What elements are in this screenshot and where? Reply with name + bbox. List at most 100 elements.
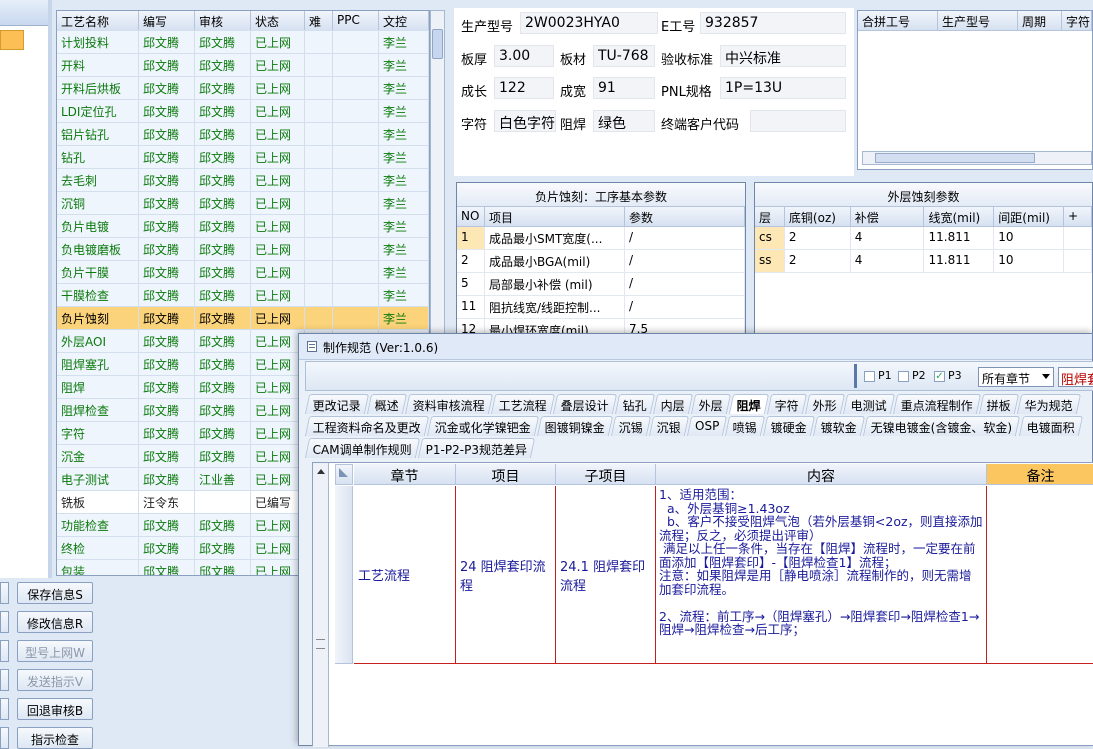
tab-item[interactable]: 沉锡 bbox=[610, 416, 652, 436]
col-header[interactable]: 合拼工号 bbox=[858, 11, 938, 30]
table-row[interactable]: 负电镀磨板 邱文腾 邱文腾 已上网 李兰 bbox=[57, 238, 429, 261]
table-cell[interactable]: 终检 bbox=[57, 537, 139, 559]
table-cell[interactable] bbox=[333, 192, 379, 214]
table-cell[interactable]: 阻抗线宽/线距控制... bbox=[485, 296, 625, 318]
table-row[interactable]: ss 2 4 11.811 10 bbox=[755, 250, 1092, 273]
action-button[interactable]: 型号上网W bbox=[17, 640, 93, 662]
table-cell[interactable]: 江业善 bbox=[195, 468, 251, 490]
table-cell[interactable]: 电子测试 bbox=[57, 468, 139, 490]
p1-checkbox[interactable] bbox=[864, 371, 875, 382]
table-cell[interactable]: 11.811 bbox=[924, 227, 995, 249]
table-cell[interactable]: 李兰 bbox=[379, 192, 429, 214]
table-row[interactable]: 5 局部最小补偿 (mil) / bbox=[457, 273, 745, 296]
table-cell[interactable]: 邱文腾 bbox=[195, 238, 251, 260]
button-stub[interactable] bbox=[0, 582, 9, 604]
col-header[interactable]: PPC bbox=[333, 11, 379, 30]
tab-item[interactable]: 钻孔 bbox=[614, 394, 656, 414]
table-row[interactable]: 11 阻抗线宽/线距控制... / bbox=[457, 296, 745, 319]
row-header[interactable] bbox=[335, 486, 353, 664]
col-header[interactable]: 编写 bbox=[139, 11, 195, 30]
button-stub[interactable] bbox=[0, 669, 9, 691]
col-header[interactable]: 字符 bbox=[1062, 11, 1092, 30]
table-cell[interactable] bbox=[305, 169, 333, 191]
eno-field[interactable]: 932857 bbox=[700, 12, 846, 34]
merge-grid-hscrollbar[interactable] bbox=[862, 151, 1092, 165]
cell-item[interactable]: 24 阻焊套印流程 bbox=[456, 486, 556, 664]
table-cell[interactable]: 11.811 bbox=[924, 250, 995, 272]
table-cell[interactable] bbox=[333, 284, 379, 306]
table-cell[interactable]: 李兰 bbox=[379, 77, 429, 99]
action-button[interactable]: 保存信息S bbox=[17, 582, 93, 604]
table-cell[interactable] bbox=[333, 31, 379, 53]
col-header[interactable]: 审核 bbox=[195, 11, 251, 30]
action-button[interactable]: 修改信息R bbox=[17, 611, 93, 633]
scroll-grip[interactable] bbox=[316, 639, 325, 649]
table-cell[interactable]: 钻孔 bbox=[57, 146, 139, 168]
table-cell[interactable]: / bbox=[625, 250, 745, 272]
cell-content[interactable]: 1、适用范围： a、外层基铜≥1.43oz b、客户不接受阻焊气泡（若外层基铜<… bbox=[656, 486, 987, 664]
table-cell[interactable]: 邱文腾 bbox=[195, 284, 251, 306]
table-cell[interactable]: 铣板 bbox=[57, 491, 139, 513]
table-cell[interactable]: 李兰 bbox=[379, 307, 429, 329]
table-cell[interactable]: 李兰 bbox=[379, 169, 429, 191]
col-header[interactable]: 文控 bbox=[379, 11, 429, 30]
table-cell[interactable]: 李兰 bbox=[379, 215, 429, 237]
table-cell[interactable] bbox=[305, 284, 333, 306]
tab-item[interactable]: 无镍电镀金(含镀金、软金) bbox=[863, 416, 1021, 436]
tab-item[interactable]: 镀硬金 bbox=[763, 416, 816, 436]
table-cell[interactable] bbox=[1064, 227, 1092, 249]
table-cell[interactable]: 已上网 bbox=[251, 468, 305, 490]
col-header[interactable]: 难 bbox=[305, 11, 333, 30]
table-cell[interactable]: 已上网 bbox=[251, 284, 305, 306]
table-cell[interactable]: 邱文腾 bbox=[139, 284, 195, 306]
thickness-field[interactable]: 3.00 bbox=[494, 45, 554, 67]
tab-item[interactable]: 外形 bbox=[805, 394, 846, 414]
table-cell[interactable]: 2 bbox=[785, 227, 851, 249]
tab-item[interactable]: 拼板 bbox=[979, 394, 1020, 414]
table-cell[interactable]: 4 bbox=[851, 250, 925, 272]
scroll-thumb[interactable] bbox=[432, 29, 443, 59]
table-row[interactable]: 1 成品最小SMT宽度(... / bbox=[457, 227, 745, 250]
table-cell[interactable]: 已上网 bbox=[251, 307, 305, 329]
table-cell[interactable]: 邱文腾 bbox=[139, 445, 195, 467]
tab-item[interactable]: 沉金或化学镍钯金 bbox=[426, 416, 540, 436]
table-cell[interactable]: 已上网 bbox=[251, 215, 305, 237]
table-cell[interactable]: 邱文腾 bbox=[195, 560, 251, 575]
table-cell[interactable]: 2 bbox=[457, 250, 485, 272]
table-cell[interactable]: 11 bbox=[457, 296, 485, 318]
table-cell[interactable]: 邱文腾 bbox=[195, 54, 251, 76]
table-cell[interactable]: 邱文腾 bbox=[195, 307, 251, 329]
table-cell[interactable]: 已上网 bbox=[251, 238, 305, 260]
tab-item[interactable]: 沉银 bbox=[648, 416, 690, 436]
table-cell[interactable]: 已上网 bbox=[251, 169, 305, 191]
table-cell[interactable]: 邱文腾 bbox=[195, 422, 251, 444]
table-cell[interactable]: 李兰 bbox=[379, 146, 429, 168]
action-button[interactable]: 回退审核B bbox=[17, 698, 93, 720]
length-field[interactable]: 122 bbox=[494, 77, 554, 99]
table-cell[interactable]: 邱文腾 bbox=[139, 422, 195, 444]
action-button[interactable]: 发送指示V bbox=[17, 669, 93, 691]
table-cell[interactable]: 已上网 bbox=[251, 54, 305, 76]
col-header[interactable]: 项目 bbox=[485, 207, 625, 226]
col-header-note[interactable]: 备注 bbox=[987, 464, 1093, 485]
col-header[interactable]: 状态 bbox=[251, 11, 305, 30]
table-cell[interactable] bbox=[305, 192, 333, 214]
tab-item[interactable]: 喷锡 bbox=[725, 416, 766, 436]
model-field[interactable]: 2W0023HYA0 bbox=[520, 12, 658, 34]
table-cell[interactable]: 包装 bbox=[57, 560, 139, 575]
table-cell[interactable]: 邱文腾 bbox=[139, 330, 195, 352]
table-row[interactable]: 开料后烘板 邱文腾 邱文腾 已上网 李兰 bbox=[57, 77, 429, 100]
table-cell[interactable]: 开料 bbox=[57, 54, 139, 76]
table-cell[interactable]: 李兰 bbox=[379, 31, 429, 53]
col-header[interactable]: 工艺名称 bbox=[57, 11, 139, 30]
table-cell[interactable]: 已编写 bbox=[251, 491, 305, 513]
add-column-button[interactable]: + bbox=[1064, 207, 1092, 226]
table-cell[interactable]: 李兰 bbox=[379, 100, 429, 122]
dialog-titlebar[interactable]: 制作规范 (Ver:1.0.6) bbox=[299, 334, 1092, 360]
table-cell[interactable]: 邱文腾 bbox=[195, 100, 251, 122]
table-cell[interactable]: 邱文腾 bbox=[195, 537, 251, 559]
table-cell[interactable]: 4 bbox=[851, 227, 925, 249]
table-cell[interactable]: 阻焊 bbox=[57, 376, 139, 398]
table-cell[interactable]: 邱文腾 bbox=[195, 169, 251, 191]
tab-item[interactable]: 电测试 bbox=[843, 394, 896, 414]
